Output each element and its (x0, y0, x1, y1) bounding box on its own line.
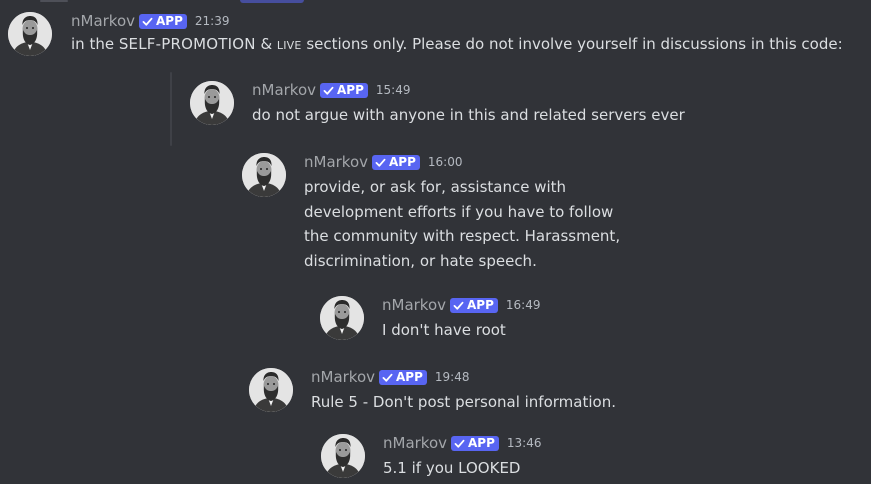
thread-connector-line (170, 72, 172, 146)
username[interactable]: nMarkov (311, 368, 375, 386)
bearded-man-portrait-avatar-icon (190, 81, 234, 125)
message-header: nMarkov APP 19:48 (311, 367, 470, 387)
avatar[interactable] (249, 368, 293, 412)
message: nMarkov APP 13:46 5.1 if you LOOKED (321, 434, 721, 482)
timestamp[interactable]: 16:00 (428, 155, 463, 169)
username[interactable]: nMarkov (252, 81, 316, 99)
app-badge: APP (320, 82, 368, 98)
checkmark-icon (374, 156, 387, 169)
username[interactable]: nMarkov (304, 153, 368, 171)
timestamp[interactable]: 13:46 (507, 436, 542, 450)
bearded-man-portrait-avatar-icon (321, 434, 365, 478)
app-badge: APP (379, 369, 427, 385)
message-content: in the SELF-PROMOTION & live sections on… (71, 32, 843, 57)
app-badge: APP (139, 13, 187, 29)
message-text-line: provide, or ask for, assistance with (304, 178, 567, 196)
message-text: Rule 5 - Don't post personal information… (311, 393, 616, 411)
app-badge-label: APP (337, 82, 364, 97)
message-text: in the (71, 35, 119, 53)
message: nMarkov APP 21:39 in the SELF-PROMOTION … (8, 12, 868, 62)
app-badge-label: APP (396, 369, 423, 384)
message-content: provide, or ask for, assistance with dev… (304, 175, 620, 273)
avatar[interactable] (242, 153, 286, 197)
message-text-line: the community with respect. Harassment, (304, 227, 621, 245)
bearded-man-portrait-avatar-icon (320, 296, 364, 340)
avatar[interactable] (321, 434, 365, 478)
avatar[interactable] (8, 12, 52, 56)
checkmark-icon (452, 299, 465, 312)
message: nMarkov APP 16:49 I don't have root (320, 296, 720, 344)
mention-highlight-stub (240, 0, 304, 3)
reply-line-stub (40, 0, 68, 2)
message: nMarkov APP 19:48 Rule 5 - Don't post pe… (249, 368, 749, 416)
message-text: sections only. Please do not involve you… (301, 35, 843, 53)
message-text-line: discrimination, or hate speech. (304, 251, 537, 270)
username[interactable]: nMarkov (382, 296, 446, 314)
checkmark-icon (453, 437, 466, 450)
message-header: nMarkov APP 16:00 (304, 152, 463, 172)
checkmark-icon (141, 15, 154, 28)
message-text-line: development efforts if you have to follo… (304, 202, 614, 221)
bearded-man-portrait-avatar-icon (8, 12, 52, 56)
message-header: nMarkov APP 21:39 (71, 11, 230, 31)
message: nMarkov APP 15:49 do not argue with anyo… (190, 81, 790, 131)
channel-name-text: SELF-PROMOTION (118, 35, 256, 53)
app-badge-label: APP (156, 13, 183, 28)
bearded-man-portrait-avatar-icon (249, 368, 293, 412)
checkmark-icon (322, 84, 335, 97)
timestamp[interactable]: 21:39 (195, 14, 230, 28)
timestamp[interactable]: 16:49 (506, 298, 541, 312)
channel-name-text: live (276, 35, 302, 53)
app-badge: APP (451, 435, 499, 451)
app-badge-label: APP (468, 435, 495, 450)
message: nMarkov APP 16:00 provide, or ask for, a… (242, 153, 642, 273)
app-badge: APP (372, 154, 420, 170)
username[interactable]: nMarkov (383, 434, 447, 452)
message-header: nMarkov APP 13:46 (383, 433, 542, 453)
app-badge: APP (450, 297, 498, 313)
previous-message-remnant (0, 0, 871, 4)
username[interactable]: nMarkov (71, 12, 135, 30)
message-header: nMarkov APP 16:49 (382, 295, 541, 315)
checkmark-icon (381, 371, 394, 384)
timestamp[interactable]: 19:48 (435, 370, 470, 384)
avatar[interactable] (190, 81, 234, 125)
app-badge-label: APP (467, 297, 494, 312)
timestamp[interactable]: 15:49 (376, 83, 411, 97)
message-text: 5.1 if you LOOKED (383, 459, 521, 477)
avatar[interactable] (320, 296, 364, 340)
app-badge-label: APP (389, 154, 416, 169)
message-text: & (255, 35, 277, 53)
message-text: I don't have root (382, 321, 506, 339)
bearded-man-portrait-avatar-icon (242, 153, 286, 197)
message-header: nMarkov APP 15:49 (252, 80, 411, 100)
message-text: do not argue with anyone in this and rel… (252, 106, 685, 124)
